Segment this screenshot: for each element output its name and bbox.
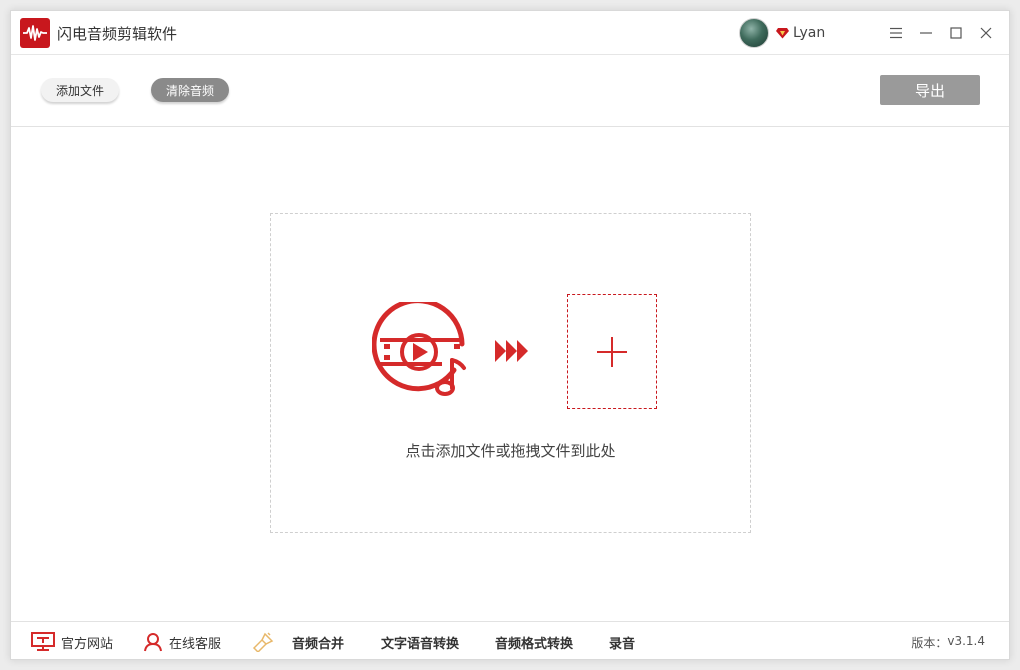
maximize-icon[interactable] [941,21,971,45]
footer-item-label: 音频合并 [292,636,345,652]
triple-arrow-icon [495,338,529,364]
toolbar: 添加文件 清除音频 导出 [11,55,1009,127]
version-label: 版本： [911,636,948,650]
drop-hint-text: 点击添加文件或拖拽文件到此处 [405,442,616,460]
monitor-icon [31,632,55,652]
add-file-button[interactable]: 添加文件 [41,78,119,102]
plus-icon [597,336,627,367]
username[interactable]: Lyan [793,25,825,41]
window-controls [881,21,1001,45]
footer-item-label: 官方网站 [61,636,114,652]
footer-official-site[interactable]: 官方网站 [31,622,113,662]
footer-item-label: 录音 [609,636,636,652]
footer-online-service[interactable]: 在线客服 [143,622,221,662]
app-window: 闪电音频剪辑软件 Lyan 添加文件 清除音频 导出 点击添加文件或拖拽文件到此… [10,10,1010,660]
merge-icon [252,632,274,652]
vip-diamond-icon [775,26,789,40]
menu-icon[interactable] [881,21,911,45]
footer-text-to-speech[interactable]: 文字语音转换 [381,622,459,662]
export-button[interactable]: 导出 [880,75,980,105]
title-bar: 闪电音频剪辑软件 Lyan [11,11,1009,55]
audio-waveform-icon [20,18,50,48]
user-service-icon [143,632,163,652]
footer-item-label: 音频格式转换 [495,636,574,652]
clear-audio-button[interactable]: 清除音频 [151,78,229,102]
file-drop-zone[interactable]: 点击添加文件或拖拽文件到此处 [270,213,751,533]
version-info: 版本： v3.1.4 [911,634,985,651]
close-icon[interactable] [971,21,1001,45]
footer-bar: 官方网站 在线客服 音频合并 文字语音转换 音频格式转换 录音 版本： v3.1… [11,621,1009,661]
footer-format-convert[interactable]: 音频格式转换 [495,622,573,662]
avatar[interactable] [739,18,769,48]
footer-audio-merge[interactable]: 音频合并 [252,622,344,662]
minimize-icon[interactable] [911,21,941,45]
user-area[interactable]: Lyan [739,18,825,48]
video-music-icon [371,298,472,402]
version-value: v3.1.4 [947,634,985,648]
footer-recording[interactable]: 录音 [609,622,635,662]
add-file-box[interactable] [567,294,657,409]
footer-item-label: 文字语音转换 [381,636,460,652]
app-title: 闪电音频剪辑软件 [57,25,178,43]
footer-item-label: 在线客服 [169,636,222,652]
